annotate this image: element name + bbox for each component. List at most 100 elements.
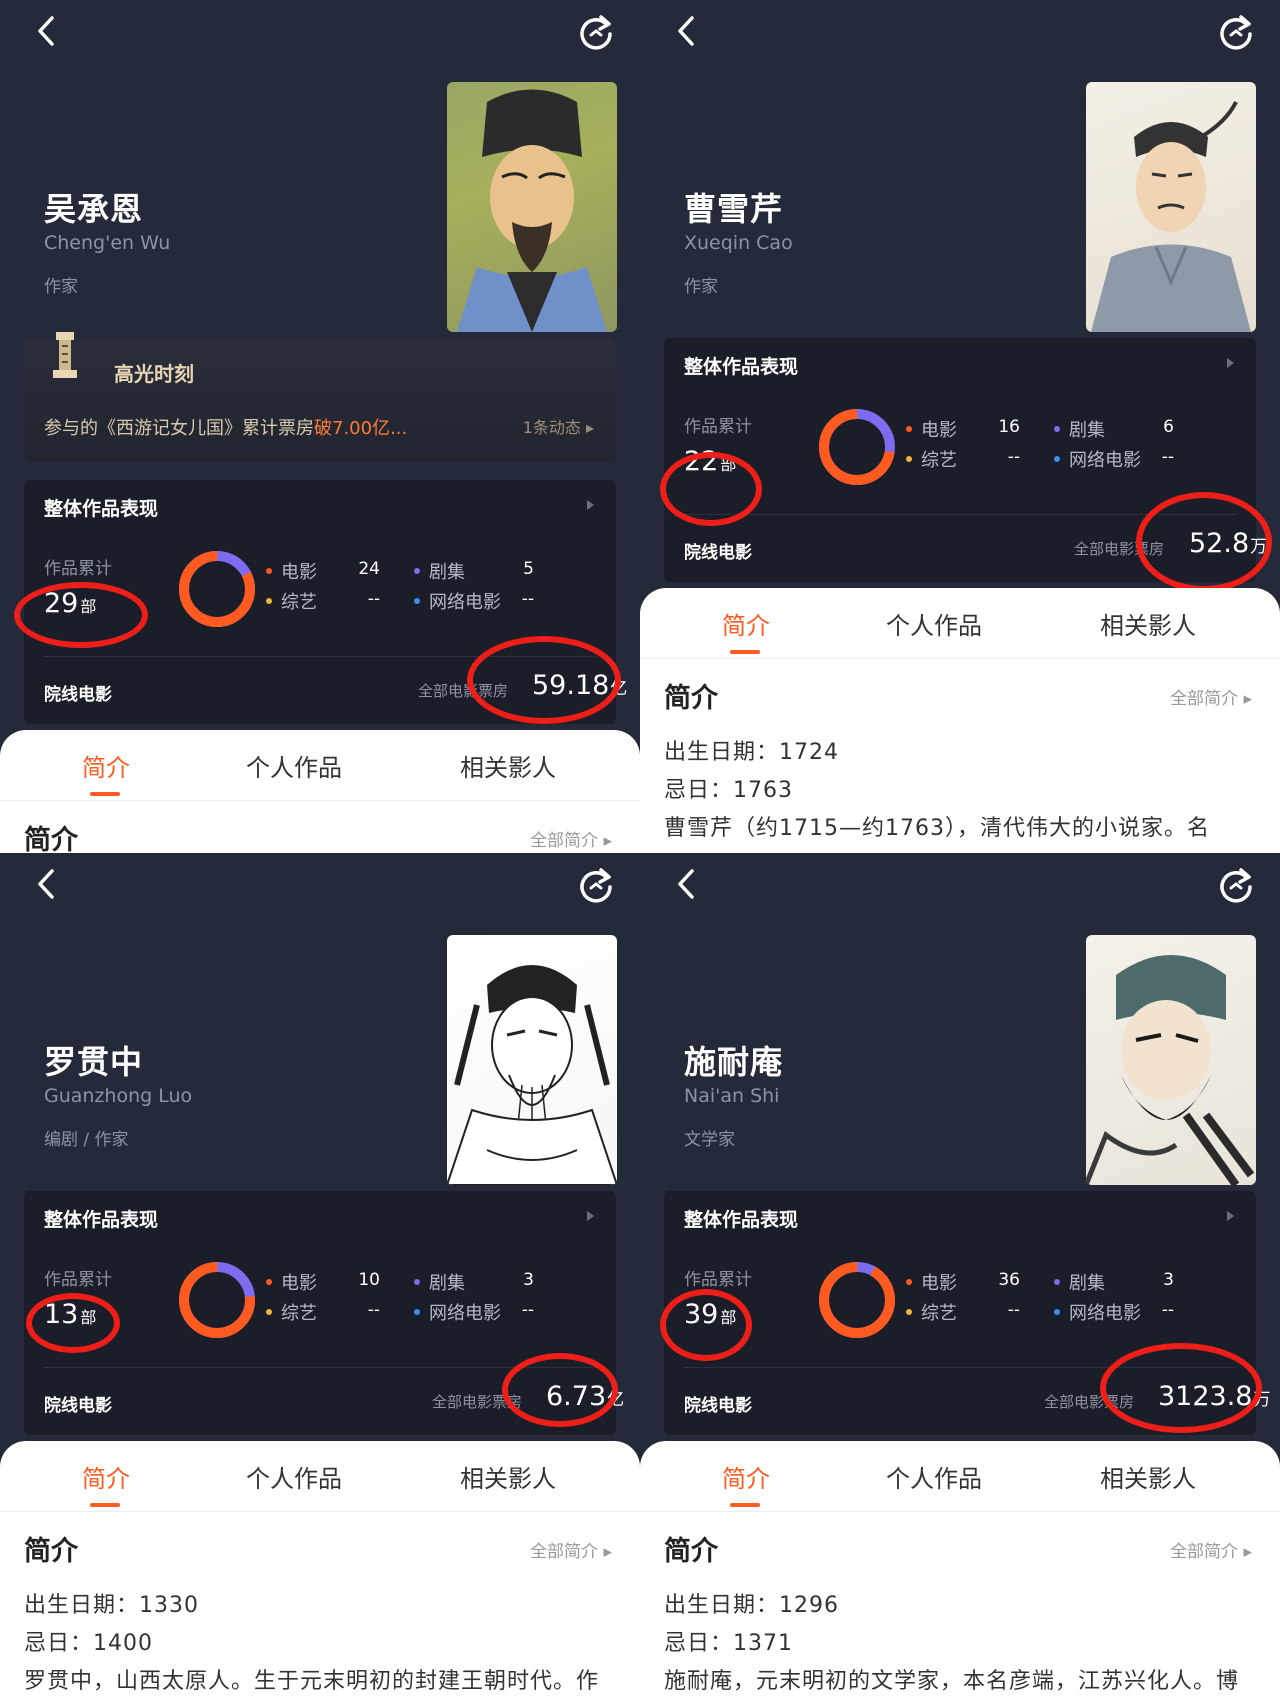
cinema-label: 院线电影 xyxy=(684,1396,752,1416)
person-name: 施耐庵 xyxy=(684,1043,784,1081)
annotation-circle-box xyxy=(502,1353,618,1427)
bio-text: 施耐庵，元末明初的文学家，本名彦端，江苏兴化人。博 xyxy=(664,1669,1240,1694)
legend-web-movie: 网络电影 xyxy=(414,588,501,614)
active-tab-underline xyxy=(90,1503,120,1507)
tab-intro[interactable]: 简介 xyxy=(722,1459,770,1494)
death-date: 忌日：1763 xyxy=(664,772,793,804)
birth-value: 1724 xyxy=(779,740,840,765)
share-refresh-icon[interactable] xyxy=(1216,12,1256,52)
birth-date: 出生日期：1724 xyxy=(664,734,839,766)
annotation-circle-count xyxy=(26,1293,120,1353)
legend-movie: 电影 xyxy=(266,1269,317,1295)
highlight-card[interactable]: 高光时刻 参与的《西游记女儿国》累计票房破7.00亿... 1条动态 ▸ xyxy=(24,332,616,462)
portrait-image xyxy=(447,935,617,1185)
share-refresh-icon[interactable] xyxy=(576,12,616,52)
legend-series-label: 剧集 xyxy=(429,1273,465,1294)
tab-works[interactable]: 个人作品 xyxy=(886,1459,982,1494)
share-refresh-icon[interactable] xyxy=(1216,865,1256,905)
top-bar xyxy=(640,853,1280,919)
highlight-more-link[interactable]: 1条动态 ▸ xyxy=(523,414,594,438)
birth-label: 出生日期： xyxy=(24,1593,140,1618)
back-chevron-icon[interactable] xyxy=(34,867,58,901)
all-intro-link[interactable]: 全部简介 ▸ xyxy=(1170,1537,1252,1562)
intro-sheet: 简介 个人作品 相关影人 简介 全部简介 ▸ xyxy=(0,730,640,853)
value-variety: -- xyxy=(1007,447,1020,467)
value-web-movie: -- xyxy=(1161,1300,1174,1320)
annotation-circle-count xyxy=(660,1289,752,1361)
active-tab-underline xyxy=(730,650,760,654)
tab-related[interactable]: 相关影人 xyxy=(1100,606,1196,641)
intro-title: 简介 xyxy=(24,1536,78,1567)
active-tab-underline xyxy=(730,1503,760,1507)
death-value: 1371 xyxy=(733,1631,794,1656)
all-intro-link[interactable]: 全部简介 ▸ xyxy=(530,1537,612,1562)
tabs-divider xyxy=(0,1511,640,1512)
portrait-image xyxy=(1086,82,1256,332)
tab-related[interactable]: 相关影人 xyxy=(460,748,556,783)
profile-panel-1: 吴承恩 Cheng'en Wu 作家 高光时刻 参与的《西游记女儿国》累计票房破7.00… xyxy=(0,0,640,853)
bio-text: 罗贯中，山西太原人。生于元末明初的封建王朝时代。作 xyxy=(24,1669,600,1694)
value-series: 5 xyxy=(523,559,534,579)
cinema-label: 院线电影 xyxy=(44,685,112,705)
performance-arrow-icon[interactable] xyxy=(587,500,594,510)
intro-sheet: 简介 个人作品 相关影人 简介 全部简介 ▸ 出生日期：1330 忌日：1400 罗贯中，山西… xyxy=(0,1441,640,1706)
legend-series: 剧集 xyxy=(414,1269,465,1295)
top-bar xyxy=(640,0,1280,66)
back-chevron-icon[interactable] xyxy=(674,867,698,901)
cumulative-label: 作品累计 xyxy=(684,417,752,437)
annotation-circle-count xyxy=(14,582,148,648)
tabs-divider xyxy=(0,800,640,801)
annotation-circle-box xyxy=(467,636,621,724)
all-intro-link[interactable]: 全部简介 ▸ xyxy=(530,826,612,851)
person-name: 吴承恩 xyxy=(44,190,144,228)
person-name: 曹雪芹 xyxy=(684,190,784,228)
back-chevron-icon[interactable] xyxy=(674,14,698,48)
intro-title: 简介 xyxy=(664,1536,718,1567)
value-movie: 10 xyxy=(358,1270,380,1290)
person-role: 编剧 / 作家 xyxy=(44,1130,129,1150)
legend-movie-label: 电影 xyxy=(281,1273,317,1294)
death-label: 忌日： xyxy=(24,1631,94,1656)
back-chevron-icon[interactable] xyxy=(34,14,58,48)
all-intro-link[interactable]: 全部简介 ▸ xyxy=(1170,684,1252,709)
performance-arrow-icon[interactable] xyxy=(1227,1211,1234,1221)
person-name-english: Nai'an Shi xyxy=(684,1085,780,1107)
tab-intro[interactable]: 简介 xyxy=(82,748,130,783)
person-name-english: Xueqin Cao xyxy=(684,232,793,254)
tab-works[interactable]: 个人作品 xyxy=(246,1459,342,1494)
legend-web-movie-label: 网络电影 xyxy=(429,592,501,613)
legend-series-label: 剧集 xyxy=(1069,420,1105,441)
legend-series-dot xyxy=(1054,1279,1060,1285)
performance-arrow-icon[interactable] xyxy=(587,1211,594,1221)
legend-web-movie: 网络电影 xyxy=(1054,1299,1141,1325)
legend-movie-label: 电影 xyxy=(281,562,317,583)
performance-arrow-icon[interactable] xyxy=(1227,358,1234,368)
legend-movie-dot xyxy=(906,1279,912,1285)
person-role: 作家 xyxy=(44,277,78,297)
legend-series: 剧集 xyxy=(1054,416,1105,442)
death-value: 1763 xyxy=(733,778,794,803)
legend-web-movie-label: 网络电影 xyxy=(1069,1303,1141,1324)
tab-works[interactable]: 个人作品 xyxy=(886,606,982,641)
legend-web-movie-dot xyxy=(1054,1309,1060,1315)
legend-variety-label: 综艺 xyxy=(281,1303,317,1324)
legend-series-dot xyxy=(414,1279,420,1285)
legend-variety: 综艺 xyxy=(906,446,957,472)
value-variety: -- xyxy=(1007,1300,1020,1320)
person-role: 文学家 xyxy=(684,1130,735,1150)
performance-title: 整体作品表现 xyxy=(44,498,159,520)
tab-works[interactable]: 个人作品 xyxy=(246,748,342,783)
legend-series: 剧集 xyxy=(414,558,465,584)
works-donut-chart xyxy=(176,548,258,630)
legend-variety-dot xyxy=(906,1309,912,1315)
top-bar xyxy=(0,0,640,66)
share-refresh-icon[interactable] xyxy=(576,865,616,905)
tab-intro[interactable]: 简介 xyxy=(82,1459,130,1494)
legend-web-movie-dot xyxy=(414,1309,420,1315)
tab-intro[interactable]: 简介 xyxy=(722,606,770,641)
tab-related[interactable]: 相关影人 xyxy=(1100,1459,1196,1494)
works-donut-chart xyxy=(816,1259,898,1341)
legend-movie-label: 电影 xyxy=(921,420,957,441)
tab-related[interactable]: 相关影人 xyxy=(460,1459,556,1494)
legend-variety: 综艺 xyxy=(266,1299,317,1325)
